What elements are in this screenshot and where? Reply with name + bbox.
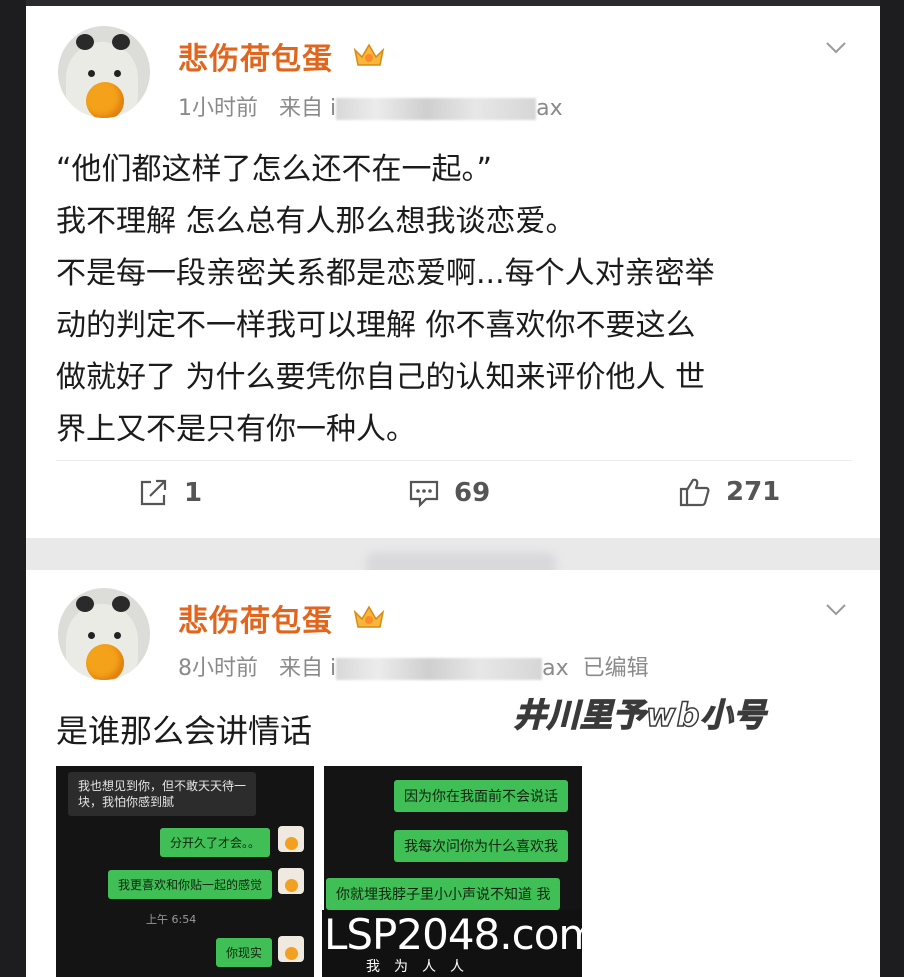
post-line: 我不理解 怎么总有人那么想我谈恋爱。	[56, 204, 576, 239]
source-suffix: ax	[542, 656, 569, 681]
divider	[56, 460, 852, 461]
chat-bubble-outgoing: 你现实	[216, 938, 273, 967]
post-line: “他们都这样了怎么还不在一起。”	[56, 152, 493, 187]
watermark-domain: LSP2048.com	[324, 910, 599, 959]
vip-crown-icon	[353, 43, 385, 66]
repost-button[interactable]: 1	[138, 478, 202, 508]
repost-count: 1	[184, 478, 203, 508]
comment-button[interactable]: 69	[408, 478, 490, 508]
weibo-post-1: 悲伤荷包蛋 1小时前 来自 i ax “他们都这样了怎么还不在一起。” 我不理解 …	[26, 6, 880, 538]
left-dark-border	[0, 0, 26, 977]
post-separator	[26, 538, 880, 580]
comment-icon	[409, 480, 439, 508]
thumbs-up-icon	[679, 478, 710, 507]
overlay-caption: 井川里予wb小号	[513, 695, 767, 735]
bubble-line: 块，我怕你感到腻	[78, 795, 175, 809]
chat-bubble-outgoing: 分开久了才会。。	[160, 828, 271, 857]
chevron-down-icon[interactable]	[826, 42, 846, 54]
source-suffix: ax	[536, 96, 563, 121]
user-avatar[interactable]	[58, 588, 150, 680]
blurred-source	[336, 98, 537, 120]
vip-crown-icon	[353, 605, 385, 628]
chat-bubble-outgoing: 你就埋我脖子里小小声说不知道 我	[326, 878, 561, 910]
comment-count: 69	[454, 478, 491, 508]
blurred-source	[336, 658, 543, 680]
chat-bubble-outgoing: 因为你在我面前不会说话	[394, 780, 568, 812]
post-body: 是谁那么会讲情话	[56, 712, 313, 750]
chat-bubble-outgoing: 我更喜欢和你贴一起的感觉	[108, 870, 273, 899]
source-prefix: 来自 i	[278, 96, 337, 121]
chevron-down-icon[interactable]	[826, 604, 846, 616]
chat-bubble-outgoing: 我每次问你为什么喜欢我	[394, 830, 568, 862]
right-dark-border	[880, 0, 904, 977]
site-watermark: LSP2048.com 我为人人	[322, 910, 599, 977]
post-meta: 1小时前 来自 i ax	[178, 90, 563, 122]
repost-icon	[140, 479, 167, 506]
username[interactable]: 悲伤荷包蛋	[178, 596, 333, 640]
bubble-line: 我也想见到你，但不敢天天待一	[78, 779, 247, 793]
post-time: 8小时前	[178, 656, 258, 681]
chat-timestamp: 上午 6:54	[146, 913, 197, 926]
edited-label: 已编辑	[582, 656, 649, 681]
chat-avatar	[278, 936, 304, 962]
source-prefix: 来自 i	[278, 656, 337, 681]
post-line: 做就好了 为什么要凭你自己的认知来评价他人 世	[56, 360, 706, 395]
watermark-slogan: 我为人人	[366, 959, 478, 975]
username[interactable]: 悲伤荷包蛋	[178, 34, 333, 78]
user-avatar[interactable]	[58, 26, 150, 118]
post-time: 1小时前	[178, 96, 258, 121]
like-count: 271	[726, 477, 781, 507]
post-meta: 8小时前 来自 i ax 已编辑	[178, 650, 649, 682]
like-button[interactable]: 271	[678, 476, 780, 508]
chat-avatar	[278, 826, 304, 852]
chat-bubble-incoming: 我也想见到你，但不敢天天待一 块，我怕你感到腻	[68, 772, 257, 816]
chat-avatar	[278, 868, 304, 894]
chat-screenshot-left[interactable]: 我也想见到你，但不敢天天待一 块，我怕你感到腻 分开久了才会。。 我更喜欢和你贴…	[56, 766, 314, 977]
post-body: “他们都这样了怎么还不在一起。” 我不理解 怎么总有人那么想我谈恋爱。 不是每一…	[56, 144, 856, 456]
post-line: 动的判定不一样我可以理解 你不喜欢你不要这么	[56, 308, 696, 343]
post-line: 不是每一段亲密关系都是恋爱啊...每个人对亲密举	[56, 256, 715, 291]
post-line: 界上又不是只有你一种人。	[56, 412, 416, 447]
